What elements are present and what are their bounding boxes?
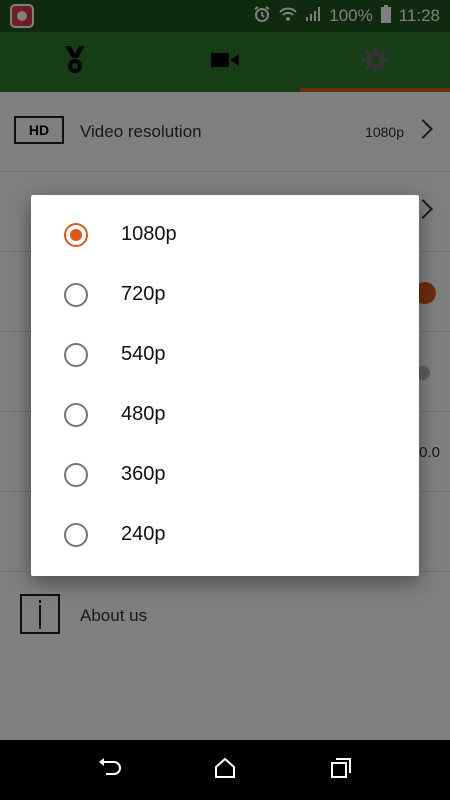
option-720p[interactable]: 720p bbox=[31, 265, 419, 325]
option-1080p[interactable]: 1080p bbox=[31, 205, 419, 265]
option-240p[interactable]: 240p bbox=[31, 505, 419, 565]
option-480p[interactable]: 480p bbox=[31, 385, 419, 445]
home-button[interactable] bbox=[210, 755, 240, 785]
radio-button[interactable] bbox=[64, 283, 88, 307]
recents-icon bbox=[330, 757, 352, 784]
radio-button[interactable] bbox=[64, 343, 88, 367]
option-label: 480p bbox=[121, 403, 166, 425]
radio-button[interactable] bbox=[64, 403, 88, 427]
resolution-dialog: 1080p 720p 540p 480p 360p 240p bbox=[31, 195, 419, 576]
system-nav-bar bbox=[0, 740, 450, 800]
radio-button[interactable] bbox=[64, 463, 88, 487]
option-360p[interactable]: 360p bbox=[31, 445, 419, 505]
recents-button[interactable] bbox=[326, 755, 356, 785]
home-icon bbox=[214, 757, 236, 784]
radio-button-selected[interactable] bbox=[64, 223, 88, 247]
option-label: 720p bbox=[121, 283, 166, 305]
option-label: 360p bbox=[121, 463, 166, 485]
option-540p[interactable]: 540p bbox=[31, 325, 419, 385]
option-label: 1080p bbox=[121, 223, 177, 245]
option-label: 240p bbox=[121, 523, 166, 545]
option-label: 540p bbox=[121, 343, 166, 365]
radio-button[interactable] bbox=[64, 523, 88, 547]
back-icon bbox=[98, 757, 122, 783]
back-button[interactable] bbox=[95, 755, 125, 785]
